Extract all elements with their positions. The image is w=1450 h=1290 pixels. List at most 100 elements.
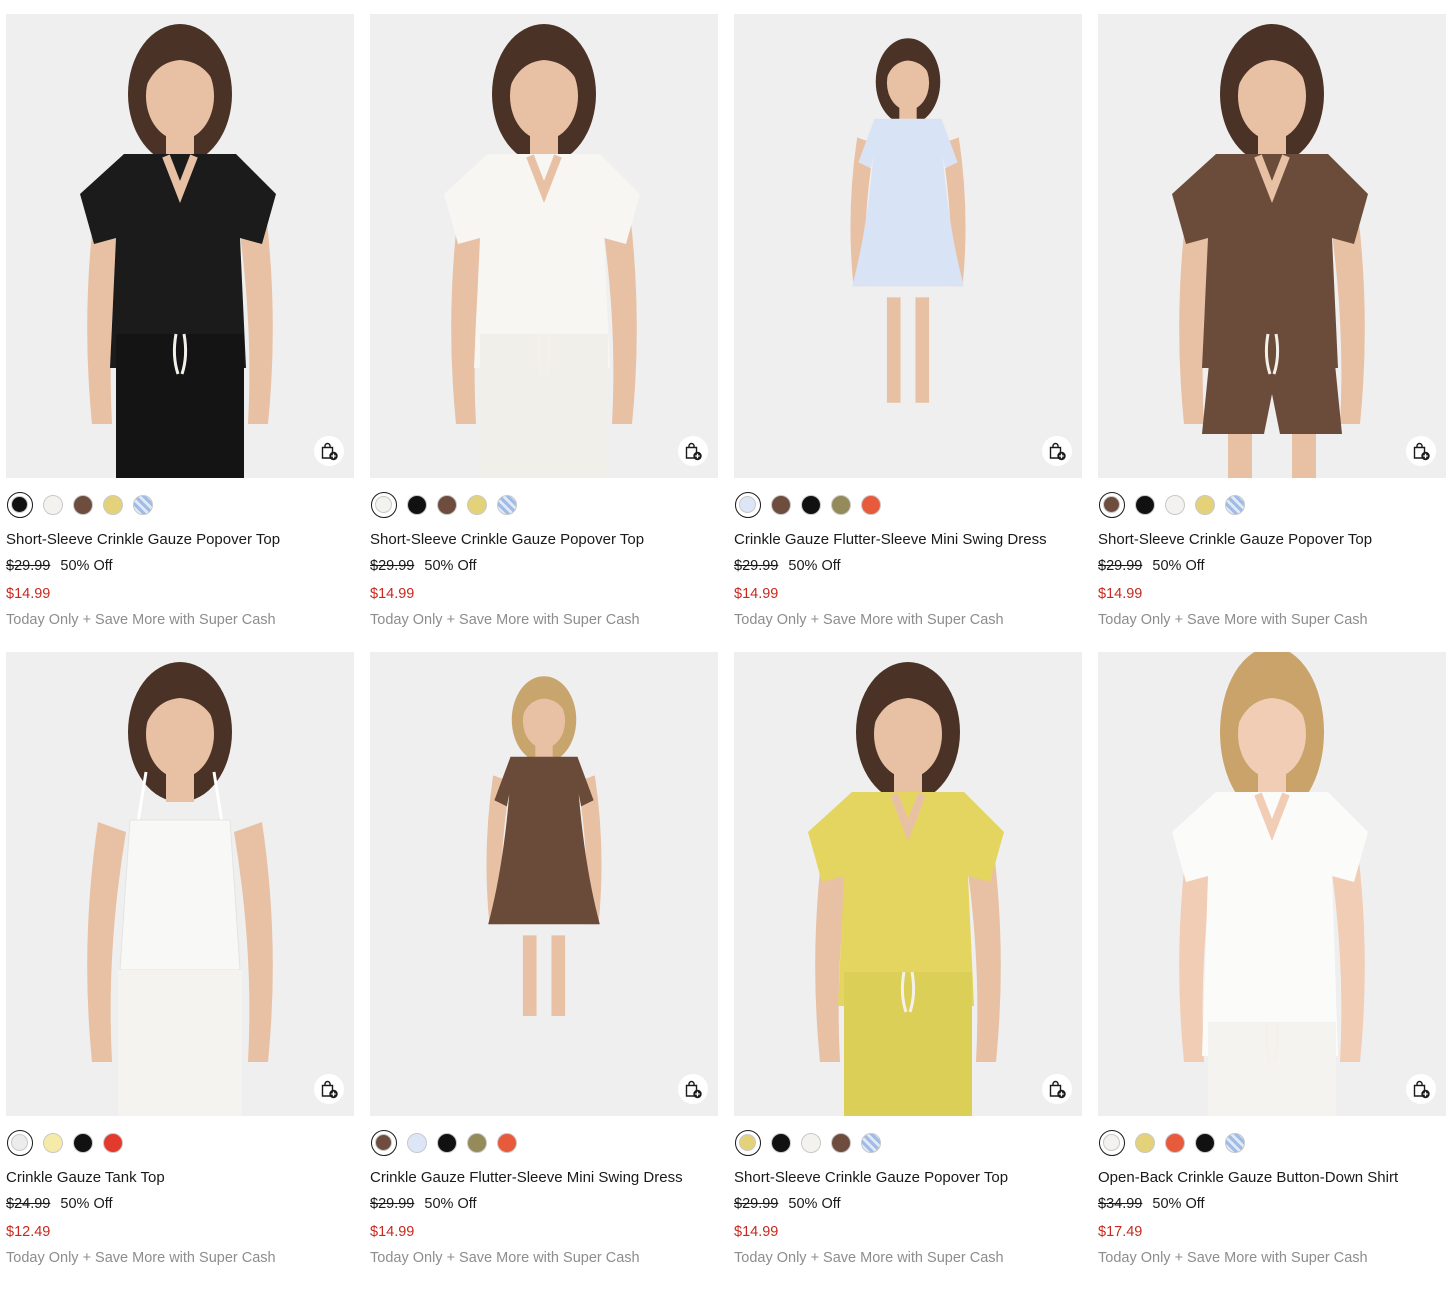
price-row: $29.99 50% Off: [370, 556, 718, 576]
product-card[interactable]: Short-Sleeve Crinkle Gauze Popover Top $…: [6, 14, 354, 652]
product-title[interactable]: Open-Back Crinkle Gauze Button-Down Shir…: [1098, 1168, 1446, 1188]
product-card[interactable]: Short-Sleeve Crinkle Gauze Popover Top $…: [734, 652, 1082, 1290]
quick-add-button[interactable]: [678, 436, 708, 466]
color-swatch[interactable]: [371, 1130, 397, 1156]
sale-price: $14.99: [1098, 586, 1143, 602]
model-photo: [1172, 24, 1368, 478]
product-card[interactable]: Crinkle Gauze Flutter-Sleeve Mini Swing …: [734, 14, 1082, 652]
selected-swatch-fill: [375, 1134, 392, 1151]
color-swatch[interactable]: [437, 495, 457, 515]
model-figure: [1172, 24, 1368, 478]
color-swatch[interactable]: [771, 495, 791, 515]
selected-swatch-fill: [739, 496, 756, 513]
color-swatch[interactable]: [1195, 495, 1215, 515]
color-swatch[interactable]: [1135, 1133, 1155, 1153]
color-swatch[interactable]: [73, 1133, 93, 1153]
promo-text: Today Only + Save More with Super Cash: [1098, 612, 1368, 628]
color-swatch[interactable]: [1225, 1133, 1245, 1153]
product-title[interactable]: Short-Sleeve Crinkle Gauze Popover Top: [1098, 530, 1446, 550]
product-title[interactable]: Crinkle Gauze Tank Top: [6, 1168, 354, 1188]
price-row: $29.99 50% Off: [370, 1194, 718, 1214]
product-image[interactable]: [734, 14, 1082, 478]
selected-swatch-fill: [1103, 496, 1120, 513]
discount-label: 50% Off: [60, 558, 113, 574]
quick-add-button[interactable]: [314, 1074, 344, 1104]
product-card[interactable]: Crinkle Gauze Tank Top $24.99 50% Off $1…: [6, 652, 354, 1290]
color-swatch[interactable]: [103, 495, 123, 515]
color-swatch[interactable]: [1135, 495, 1155, 515]
product-image[interactable]: [6, 652, 354, 1116]
product-image[interactable]: [1098, 652, 1446, 1116]
product-title[interactable]: Short-Sleeve Crinkle Gauze Popover Top: [6, 530, 354, 550]
quick-add-button[interactable]: [1042, 1074, 1072, 1104]
color-swatch[interactable]: [43, 1133, 63, 1153]
color-swatch[interactable]: [1099, 1130, 1125, 1156]
color-swatch[interactable]: [407, 1133, 427, 1153]
discount-label: 50% Off: [60, 1196, 113, 1212]
shopping-bag-plus-icon: [321, 1080, 338, 1099]
shopping-bag-plus-icon: [1413, 442, 1430, 461]
quick-add-button[interactable]: [314, 436, 344, 466]
discount-label: 50% Off: [1152, 558, 1205, 574]
model-photo: [808, 662, 1004, 1116]
color-swatch[interactable]: [7, 492, 33, 518]
quick-add-button[interactable]: [1406, 436, 1436, 466]
product-image[interactable]: [6, 14, 354, 478]
color-swatch[interactable]: [1165, 1133, 1185, 1153]
product-title[interactable]: Crinkle Gauze Flutter-Sleeve Mini Swing …: [370, 1168, 718, 1188]
color-swatch[interactable]: [73, 495, 93, 515]
color-swatch[interactable]: [497, 495, 517, 515]
model-figure: [444, 24, 640, 478]
selected-swatch-fill: [11, 1134, 28, 1151]
quick-add-button[interactable]: [678, 1074, 708, 1104]
color-swatch[interactable]: [497, 1133, 517, 1153]
original-price: $29.99: [370, 1196, 415, 1212]
color-swatch[interactable]: [407, 495, 427, 515]
color-swatch[interactable]: [103, 1133, 123, 1153]
original-price: $29.99: [734, 558, 779, 574]
color-swatch[interactable]: [7, 1130, 33, 1156]
color-swatches: [734, 492, 1082, 518]
product-card[interactable]: Crinkle Gauze Flutter-Sleeve Mini Swing …: [370, 652, 718, 1290]
color-swatch[interactable]: [861, 495, 881, 515]
color-swatch[interactable]: [831, 1133, 851, 1153]
color-swatch[interactable]: [437, 1133, 457, 1153]
product-title[interactable]: Short-Sleeve Crinkle Gauze Popover Top: [370, 530, 718, 550]
color-swatch[interactable]: [1225, 495, 1245, 515]
product-grid: Short-Sleeve Crinkle Gauze Popover Top $…: [6, 14, 1446, 1290]
product-title[interactable]: Crinkle Gauze Flutter-Sleeve Mini Swing …: [734, 530, 1082, 550]
product-card[interactable]: Short-Sleeve Crinkle Gauze Popover Top $…: [1098, 14, 1446, 652]
selected-swatch-fill: [739, 1134, 756, 1151]
product-image[interactable]: [370, 14, 718, 478]
quick-add-button[interactable]: [1042, 436, 1072, 466]
color-swatch[interactable]: [735, 492, 761, 518]
color-swatch[interactable]: [801, 495, 821, 515]
product-title[interactable]: Short-Sleeve Crinkle Gauze Popover Top: [734, 1168, 1082, 1188]
product-image[interactable]: [734, 652, 1082, 1116]
color-swatch[interactable]: [43, 495, 63, 515]
product-card[interactable]: Open-Back Crinkle Gauze Button-Down Shir…: [1098, 652, 1446, 1290]
color-swatch[interactable]: [735, 1130, 761, 1156]
color-swatch[interactable]: [861, 1133, 881, 1153]
color-swatch[interactable]: [1195, 1133, 1215, 1153]
color-swatch[interactable]: [831, 495, 851, 515]
color-swatch[interactable]: [771, 1133, 791, 1153]
color-swatch[interactable]: [133, 495, 153, 515]
price-row: $34.99 50% Off: [1098, 1194, 1446, 1214]
color-swatches: [6, 492, 354, 518]
model-figure: [808, 662, 1004, 1116]
color-swatch[interactable]: [467, 495, 487, 515]
color-swatch[interactable]: [371, 492, 397, 518]
color-swatch[interactable]: [801, 1133, 821, 1153]
color-swatch[interactable]: [1165, 495, 1185, 515]
promo-text: Today Only + Save More with Super Cash: [734, 1250, 1004, 1266]
product-image[interactable]: [1098, 14, 1446, 478]
shopping-bag-plus-icon: [1049, 442, 1066, 461]
product-card[interactable]: Short-Sleeve Crinkle Gauze Popover Top $…: [370, 14, 718, 652]
model-photo: [850, 38, 966, 403]
color-swatch[interactable]: [1099, 492, 1125, 518]
original-price: $24.99: [6, 1196, 51, 1212]
color-swatch[interactable]: [467, 1133, 487, 1153]
product-image[interactable]: [370, 652, 718, 1116]
quick-add-button[interactable]: [1406, 1074, 1436, 1104]
